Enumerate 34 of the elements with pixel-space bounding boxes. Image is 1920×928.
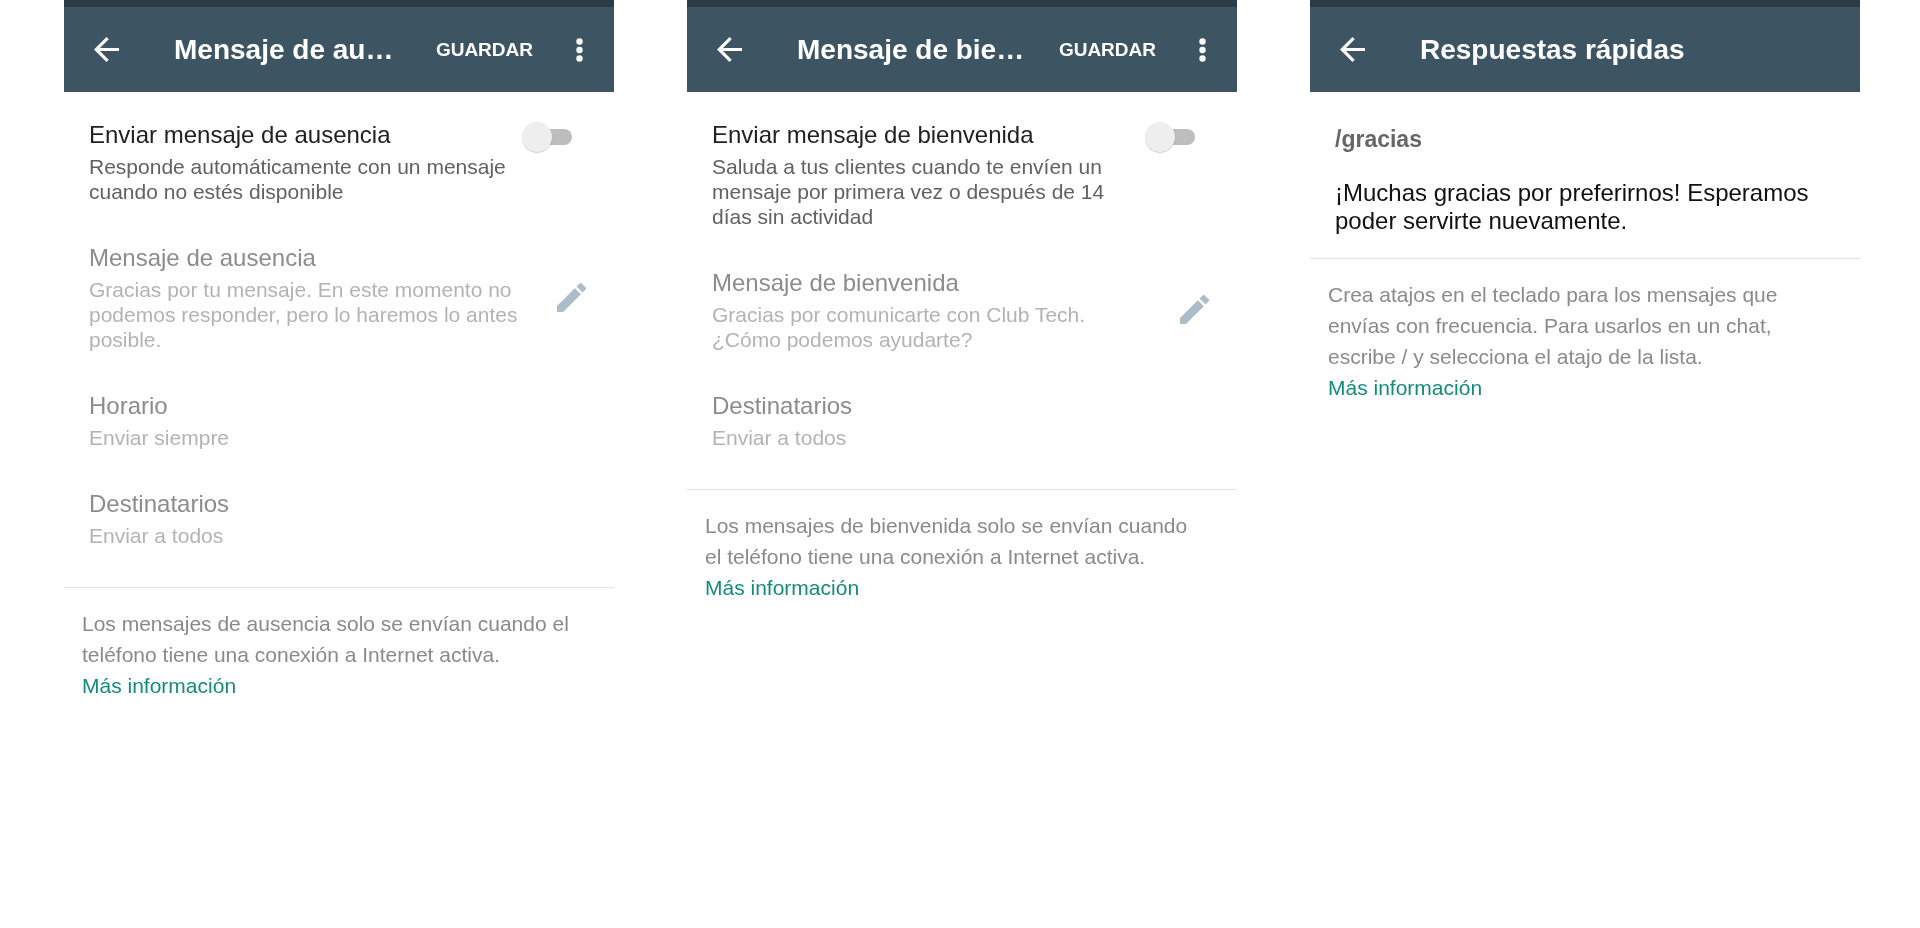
screen-title: Respuestas rápidas xyxy=(1420,33,1686,66)
save-button[interactable]: GUARDAR xyxy=(435,38,533,61)
more-info-link[interactable]: Más información xyxy=(82,674,237,697)
left-arrow-icon[interactable] xyxy=(717,37,742,62)
setting-value: Enviar a todos xyxy=(89,523,224,548)
setting-title: Enviar mensaje de bienvenida xyxy=(712,120,1034,150)
screen-title: Mensaje de bie… xyxy=(797,33,1026,66)
shortcut-text[interactable]: /gracias xyxy=(1335,123,1422,155)
info-note: Los mensajes de ausencia solo se envían cuando el teléfono tiene una conexión a Internet activa. Más información xyxy=(81,611,570,699)
setting-description: Saluda a tus clientes cuando te envíen un mensaje por primera vez o después de 14 días sin actividad xyxy=(712,154,1106,229)
setting-title: Horario xyxy=(89,391,168,421)
more-info-link[interactable]: Más información xyxy=(705,576,860,599)
more-info-link[interactable]: Más información xyxy=(1328,376,1483,399)
info-note: Los mensajes de bienvenida solo se envían cuando el teléfono tiene una conexión a Internet activa. Más información xyxy=(704,513,1189,601)
setting-title: Destinatarios xyxy=(712,391,853,421)
setting-title: Destinatarios xyxy=(89,489,230,519)
setting-value: Enviar siempre xyxy=(89,425,230,450)
left-arrow-icon[interactable] xyxy=(94,37,119,62)
setting-value: Enviar a todos xyxy=(712,425,847,450)
setting-title: Mensaje de ausencia xyxy=(89,243,316,273)
save-button[interactable]: GUARDAR xyxy=(1058,38,1156,61)
toggle-switch[interactable] xyxy=(522,122,572,152)
setting-title: Mensaje de bienvenida xyxy=(712,268,959,298)
message-text: Gracias por tu mensaje. En este momento no podemos responder, pero lo haremos lo antes posible. xyxy=(89,277,519,352)
left-arrow-icon[interactable] xyxy=(1340,37,1365,62)
info-note: Crea atajos en el teclado para los mensajes que envías con frecuencia. Para usarlos en un chat, escribe / y selecciona el atajo de la lista. Más información xyxy=(1327,282,1779,401)
reply-message: ¡Muchas gracias por preferirnos! Esperamos poder servirte nuevamente. xyxy=(1335,179,1810,235)
three-dots-icon[interactable] xyxy=(576,37,583,62)
message-text: Gracias por comunicarte con Club Tech. ¿Cómo podemos ayudarte? xyxy=(712,302,1087,352)
setting-title: Enviar mensaje de ausencia xyxy=(89,120,391,150)
setting-description: Responde automáticamente con un mensaje cuando no estés disponible xyxy=(89,154,507,204)
three-dots-icon[interactable] xyxy=(1199,37,1206,62)
screen-title: Mensaje de au… xyxy=(174,33,395,66)
toggle-switch[interactable] xyxy=(1145,122,1195,152)
